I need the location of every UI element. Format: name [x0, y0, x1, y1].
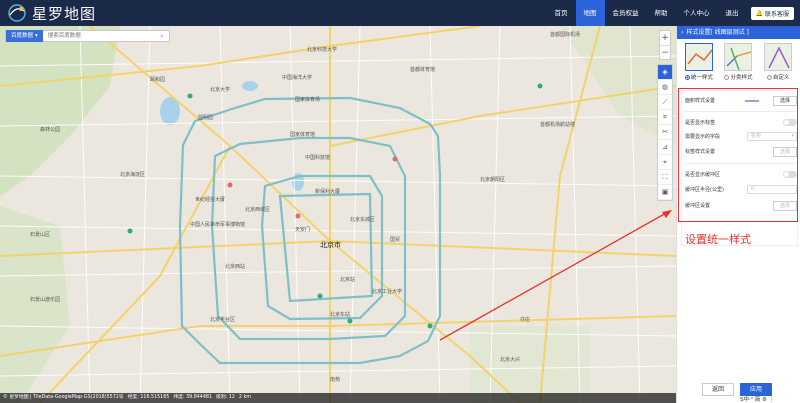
logo-icon [8, 4, 26, 22]
map-label: 石景山游乐园 [30, 297, 61, 303]
map-label: 森林公园 [40, 127, 61, 133]
panel-header: ‹ 样式设置[ 线图层测试 ] [677, 26, 800, 39]
map-label: 北京东站 [330, 312, 351, 318]
search-icon[interactable]: ⌕ [155, 32, 169, 41]
contact-button[interactable]: 🔔 联系客服 [750, 6, 794, 20]
fullscreen-icon[interactable]: ⛶ [658, 170, 672, 185]
crop-icon[interactable]: ⌗ [658, 110, 672, 125]
search-bar: 百度数据 ▾ ⌕ [5, 30, 170, 42]
custom-style-thumbnail [764, 43, 793, 71]
map-label: 中国海洋大学 [282, 75, 313, 81]
map-label: 中国科技馆 [305, 155, 331, 161]
search-input[interactable] [42, 31, 155, 41]
image-icon[interactable]: ▣ [658, 185, 672, 200]
map-label: 北京科技大学 [307, 47, 338, 53]
nav-help[interactable]: 帮助 [647, 0, 676, 26]
copyright-text: © 星罗地图 | TileData-GoogleMap-GS(2018)5572… [3, 395, 124, 400]
style-label: 自定义 [772, 75, 790, 81]
layers-icon[interactable]: ◈ [658, 65, 672, 80]
radio-icon [766, 74, 772, 80]
globe-icon[interactable]: ◍ [658, 80, 672, 95]
map-label: 首都机场航站楼 [540, 122, 576, 128]
zoom-control: + − [659, 30, 671, 60]
map-label: 北京西城区 [245, 207, 271, 213]
nav-user-center[interactable]: 个人中心 [676, 0, 718, 26]
category-style-thumbnail [724, 43, 753, 71]
logo-text: 星罗地图 [32, 4, 97, 23]
map-label: 国家体育馆 [290, 132, 316, 138]
map-label: 中国人民革命军事博物馆 [190, 222, 246, 228]
ime-toolbar[interactable]: S中·⁰ 简 ⚙ ⋮ [740, 395, 774, 403]
map-toolbar: ◈ ◍ ⟋ ⌗ ✂ ⊿ ⌖ ⛶ ▣ [657, 64, 673, 201]
measure-icon[interactable]: ✂ [658, 125, 672, 140]
contact-label: 联系客服 [764, 10, 789, 18]
map-label: 北京海淀区 [120, 172, 146, 178]
zoom-in-button[interactable]: + [660, 31, 670, 45]
zoom-out-button[interactable]: − [660, 45, 670, 59]
back-button[interactable]: 返回 [702, 383, 735, 396]
map-label: 石景山区 [30, 232, 51, 238]
nav-home[interactable]: 首页 [547, 0, 576, 26]
map-label: 亦庄 [520, 317, 531, 323]
map-label: 北京站 [340, 277, 356, 283]
chevron-down-icon: ▾ [35, 33, 38, 39]
marker-icon[interactable]: ⌖ [658, 155, 672, 170]
style-option-custom[interactable]: 自定义 [760, 43, 796, 81]
top-bar: 星罗地图 首页 地图 会员权益 帮助 个人中心 退出 🔔 联系客服 [0, 0, 800, 26]
latitude-readout: 纬度: 39.844481 [173, 395, 213, 400]
style-label: 分类样式 [730, 75, 753, 81]
map-label: 北京东城区 [350, 217, 376, 223]
unified-style-thumbnail [684, 43, 713, 71]
map-label: 北京大兴 [500, 357, 521, 363]
main-nav: 首页 地图 会员权益 帮助 个人中心 退出 🔔 联系客服 [547, 0, 800, 26]
map-label: 国家体育场 [295, 97, 321, 103]
map-label: 北京西站 [225, 264, 246, 270]
map-label: 北京大学 [210, 87, 231, 93]
ruler-icon[interactable]: ⟋ [658, 95, 672, 110]
map-label: 北京丰台区 [210, 317, 236, 323]
annotation-text: 设置统一样式 [685, 233, 751, 246]
map-label: 北京朝阳区 [480, 177, 506, 183]
status-bar: © 星罗地图 | TileData-GoogleMap-GS(2018)5572… [0, 393, 676, 403]
nav-logout[interactable]: 退出 [718, 0, 747, 26]
map-base [0, 26, 676, 403]
style-option-category[interactable]: 分类样式 [720, 43, 756, 81]
map-label: 世纪经贸大厦 [195, 197, 226, 203]
map-canvas[interactable]: 北京科技大学 颐和园 中国海洋大学 北京大学 圆明园 国家体育场 首都体育馆 北… [0, 26, 676, 403]
annotation-highlight-box [678, 88, 798, 222]
map-label: 首都体育馆 [410, 67, 436, 73]
bell-icon: 🔔 [755, 9, 763, 17]
radio-checked-icon [684, 74, 690, 80]
data-source-label: 百度数据 [11, 33, 34, 39]
back-arrow-icon[interactable]: ‹ [681, 26, 683, 39]
map-label: 天安门 [295, 227, 311, 233]
chart-icon[interactable]: ⊿ [658, 140, 672, 155]
style-label: 统一样式 [690, 75, 713, 81]
radio-icon [724, 74, 730, 80]
map-label: 北京工业大学 [372, 289, 403, 295]
nav-map[interactable]: 地图 [575, 0, 605, 26]
map-label: 新保利大厦 [315, 189, 341, 195]
style-options: 统一样式 分类样式 自定义 [677, 39, 800, 81]
nav-member[interactable]: 会员权益 [605, 0, 647, 26]
longitude-readout: 经度: 116.515165 [127, 395, 170, 400]
map-label: 首都国际机场 [550, 32, 581, 38]
panel-title: 样式设置[ 线图层测试 ] [686, 29, 749, 36]
map-label: 国贸 [390, 237, 401, 243]
map-label: 圆明园 [198, 115, 214, 121]
style-option-unified[interactable]: 统一样式 [681, 43, 717, 81]
scale-bar: 2 km [238, 395, 251, 400]
data-source-select[interactable]: 百度数据 ▾ [6, 30, 43, 42]
map-label: 南苑 [330, 377, 341, 383]
zoom-level-readout: 级别: 12 [216, 395, 235, 400]
map-label: 颐和园 [150, 77, 166, 83]
city-label: 北京市 [320, 241, 341, 249]
logo[interactable]: 星罗地图 [6, 3, 96, 23]
